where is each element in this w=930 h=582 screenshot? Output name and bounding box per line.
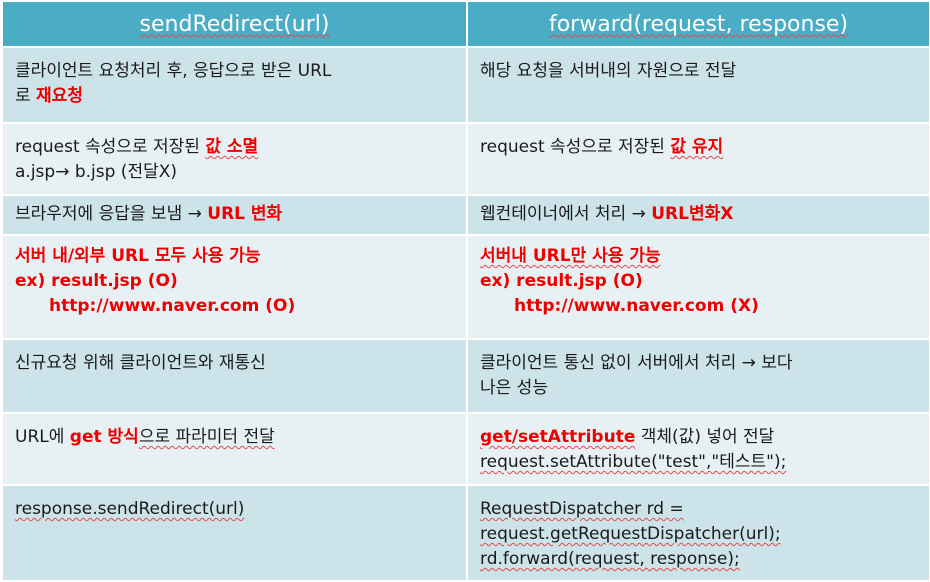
cell-forward-communication: 클라이언트 통신 없이 서버에서 처리 → 보다 나은 성능	[466, 338, 930, 414]
header-send-redirect: sendRedirect(url)	[1, 0, 468, 48]
highlight-text: http://www.naver.com (X)	[514, 296, 759, 316]
highlight-text: 재요청	[36, 86, 83, 106]
cell-text: rd.forward(request, response);	[480, 549, 740, 569]
cell-text: a.jsp→ b.jsp (전달X)	[15, 162, 178, 182]
cell-forward-attribute: request 속성으로 저장된 값 유지	[466, 122, 930, 196]
highlight-text: get/setAttribute	[480, 427, 636, 447]
comparison-table: sendRedirect(url) forward(request, respo…	[1, 0, 930, 582]
cell-forward-request: 해당 요청을 서버내의 자원으로 전달	[466, 46, 930, 124]
cell-text: 으로 파라미터 전달	[138, 427, 275, 447]
cell-text: 해당 요청을 서버내의 자원으로 전달	[480, 61, 737, 81]
highlight-text: URL 변화	[207, 204, 283, 224]
cell-redirect-scope: 서버 내/외부 URL 모두 사용 가능 ex) result.jsp (O) …	[1, 234, 468, 340]
highlight-text: ex) result.jsp (O)	[15, 271, 178, 291]
cell-redirect-code: response.sendRedirect(url)	[1, 484, 468, 582]
cell-text: 클라이언트 요청처리 후, 응답으로 받은 URL	[15, 61, 332, 81]
highlight-text: 서버내 URL만 사용 가능	[480, 246, 661, 266]
table-row: response.sendRedirect(url) RequestDispat…	[1, 484, 930, 582]
cell-text: 나은 성능	[480, 378, 548, 398]
cell-text: 브라우저에 응답을 보냄 →	[15, 204, 208, 224]
cell-forward-url: 웹컨테이너에서 처리 → URL변화X	[466, 194, 930, 236]
highlight-text: 값 유지	[670, 137, 724, 157]
cell-redirect-attribute: request 속성으로 저장된 값 소멸 a.jsp→ b.jsp (전달X)	[1, 122, 468, 196]
cell-forward-code: RequestDispatcher rd = request.getReques…	[466, 484, 930, 582]
table-row: URL에 get 방식으로 파라미터 전달 get/setAttribute 객…	[1, 412, 930, 486]
cell-text: 웹컨테이너에서 처리 →	[480, 204, 652, 224]
cell-text: 클라이언트 통신 없이 서버에서 처리 → 보다	[480, 353, 793, 373]
cell-text: request.getRequestDispatcher(url);	[480, 524, 781, 544]
highlight-text: 값 소멸	[205, 137, 259, 157]
header-forward: forward(request, response)	[466, 0, 930, 48]
cell-text: request 속성으로 저장된	[15, 137, 206, 157]
cell-forward-scope: 서버내 URL만 사용 가능 ex) result.jsp (O) http:/…	[466, 234, 930, 340]
cell-text: request.setAttribute("test","테스트");	[480, 452, 787, 472]
table-row: 서버 내/외부 URL 모두 사용 가능 ex) result.jsp (O) …	[1, 234, 930, 340]
cell-text: 로	[15, 86, 37, 106]
header-row: sendRedirect(url) forward(request, respo…	[1, 0, 930, 48]
cell-redirect-parameter: URL에 get 방식으로 파라미터 전달	[1, 412, 468, 486]
highlight-text: URL변화X	[651, 204, 734, 224]
table-row: 신규요청 위해 클라이언트와 재통신 클라이언트 통신 없이 서버에서 처리 →…	[1, 338, 930, 414]
highlight-text: http://www.naver.com (O)	[49, 296, 296, 316]
cell-text: response.sendRedirect(url)	[15, 499, 245, 519]
cell-redirect-communication: 신규요청 위해 클라이언트와 재통신	[1, 338, 468, 414]
cell-text: RequestDispatcher rd =	[480, 499, 684, 519]
cell-text: 신규요청 위해 클라이언트와 재통신	[15, 353, 266, 373]
highlight-text: 서버 내/외부 URL 모두 사용 가능	[15, 246, 261, 266]
cell-redirect-request: 클라이언트 요청처리 후, 응답으로 받은 URL 로 재요청	[1, 46, 468, 124]
highlight-text: ex) result.jsp (O)	[480, 271, 643, 291]
cell-forward-parameter: get/setAttribute 객체(값) 넣어 전달 request.set…	[466, 412, 930, 486]
cell-text: URL에	[15, 427, 70, 447]
highlight-text: get 방식	[69, 427, 139, 447]
table-row: 브라우저에 응답을 보냄 → URL 변화 웹컨테이너에서 처리 → URL변화…	[1, 194, 930, 236]
table-row: request 속성으로 저장된 값 소멸 a.jsp→ b.jsp (전달X)…	[1, 122, 930, 196]
table-row: 클라이언트 요청처리 후, 응답으로 받은 URL 로 재요청 해당 요청을 서…	[1, 46, 930, 124]
cell-text: 객체(값) 넣어 전달	[635, 427, 775, 447]
cell-redirect-url: 브라우저에 응답을 보냄 → URL 변화	[1, 194, 468, 236]
cell-text: request 속성으로 저장된	[480, 137, 671, 157]
